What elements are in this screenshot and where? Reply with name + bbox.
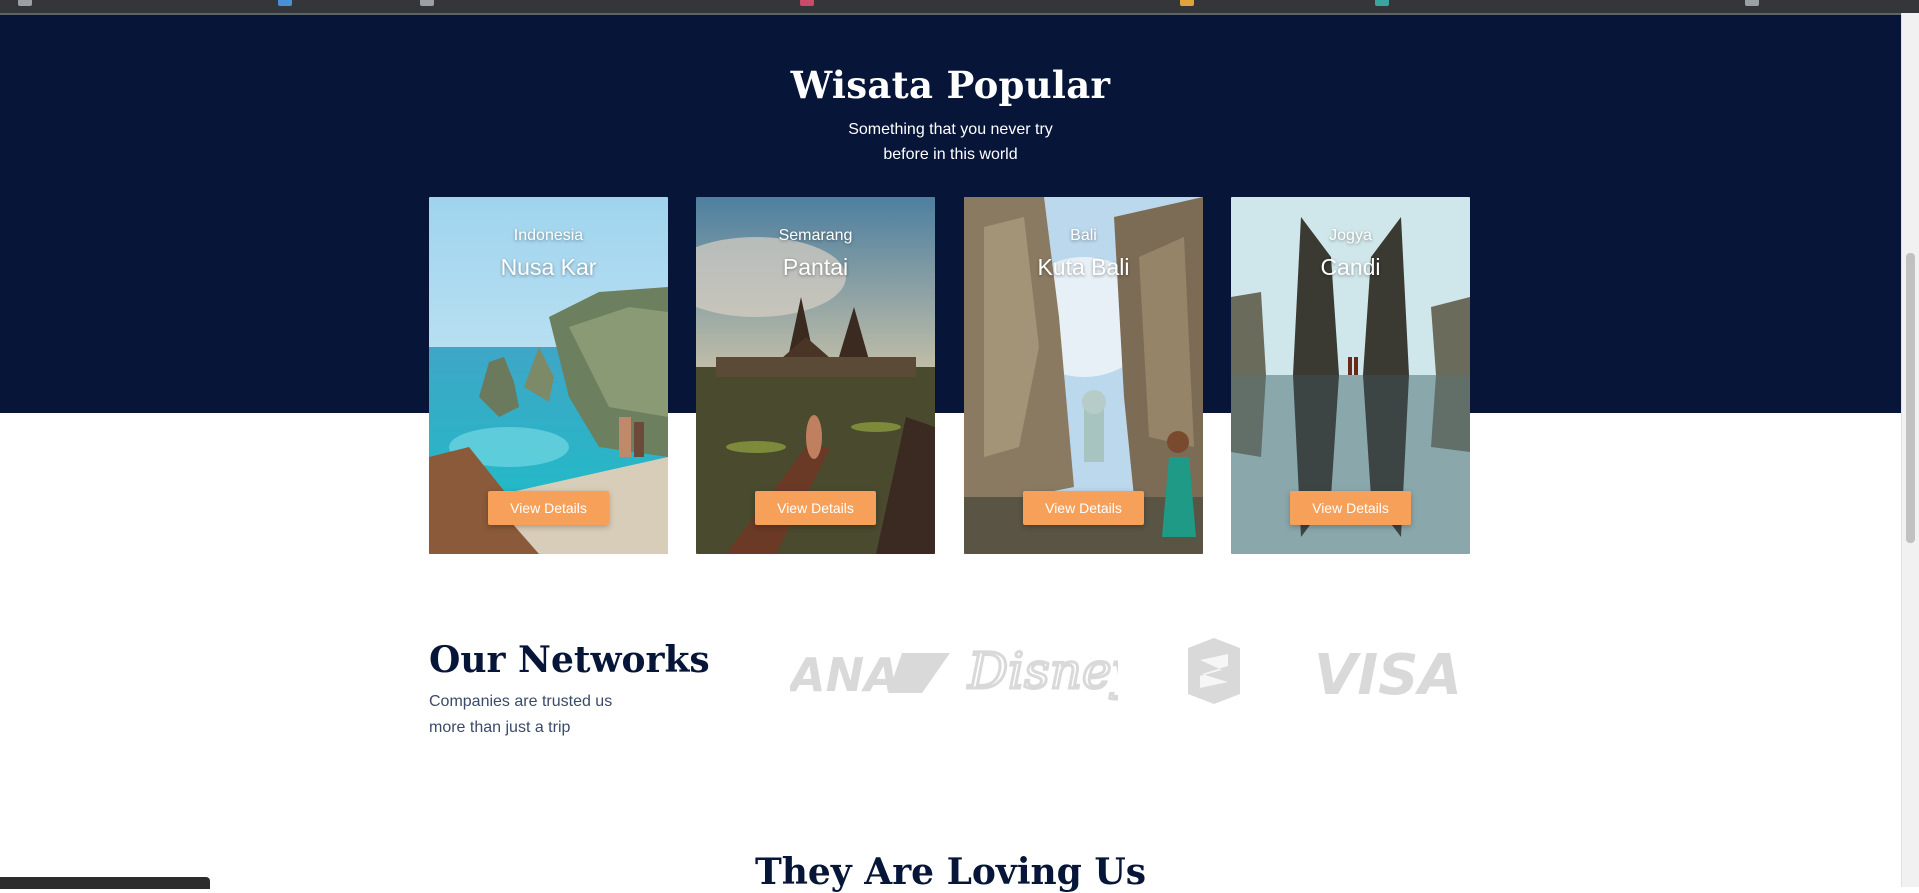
visa-logo-icon: VISA bbox=[1314, 644, 1460, 700]
destination-card-pantai[interactable]: Semarang Pantai View Details bbox=[696, 197, 935, 554]
bookmark-icon[interactable] bbox=[1745, 0, 1759, 6]
section-subtitle-line1: Something that you never try bbox=[848, 121, 1053, 138]
view-details-button[interactable]: View Details bbox=[755, 491, 876, 525]
networks-title: Our Networks bbox=[429, 639, 710, 681]
bookmark-icon[interactable] bbox=[800, 0, 814, 6]
networks-subtitle-line2: more than just a trip bbox=[429, 719, 571, 736]
browser-status-bubble bbox=[0, 877, 210, 889]
browser-bookmarks-bar bbox=[0, 0, 1919, 15]
destination-card-kuta-bali[interactable]: Bali Kuta Bali View Details bbox=[964, 197, 1203, 554]
bookmark-icon[interactable] bbox=[278, 0, 292, 6]
view-details-button[interactable]: View Details bbox=[488, 491, 609, 525]
scrollbar-thumb[interactable] bbox=[1906, 253, 1915, 543]
card-country: Semarang bbox=[778, 227, 853, 244]
bookmark-icon[interactable] bbox=[18, 0, 32, 6]
section-subtitle-line2: before in this world bbox=[883, 146, 1018, 163]
ana-logo-text: ANA bbox=[790, 649, 900, 697]
card-country: Bali bbox=[1070, 227, 1097, 244]
destination-card-nusa-kar[interactable]: Indonesia Nusa Kar View Details bbox=[429, 197, 668, 554]
card-place: Pantai bbox=[782, 254, 849, 280]
destination-card-candi[interactable]: Jogya Candi View Details bbox=[1231, 197, 1470, 554]
bookmark-icon[interactable] bbox=[420, 0, 434, 6]
shield-logo-icon bbox=[1188, 638, 1240, 704]
card-place: Kuta Bali bbox=[1037, 254, 1130, 280]
disney-logo-icon: Disney bbox=[966, 641, 1118, 702]
disney-logo-text: Disney bbox=[967, 642, 1118, 700]
bookmark-icon[interactable] bbox=[1180, 0, 1194, 6]
card-place: Candi bbox=[1320, 254, 1381, 280]
card-place: Nusa Kar bbox=[500, 254, 597, 280]
page-scrollbar[interactable] bbox=[1901, 13, 1919, 887]
card-country: Indonesia bbox=[513, 227, 584, 244]
view-details-button[interactable]: View Details bbox=[1023, 491, 1144, 525]
card-country: Jogya bbox=[1329, 227, 1372, 244]
section-title: Wisata Popular bbox=[790, 63, 1111, 107]
view-details-button[interactable]: View Details bbox=[1290, 491, 1411, 525]
visa-logo-text: VISA bbox=[1314, 644, 1460, 700]
bookmark-icon[interactable] bbox=[1375, 0, 1389, 6]
networks-subtitle-line1: Companies are trusted us bbox=[429, 693, 613, 710]
ana-logo-icon: ANA bbox=[790, 649, 950, 697]
